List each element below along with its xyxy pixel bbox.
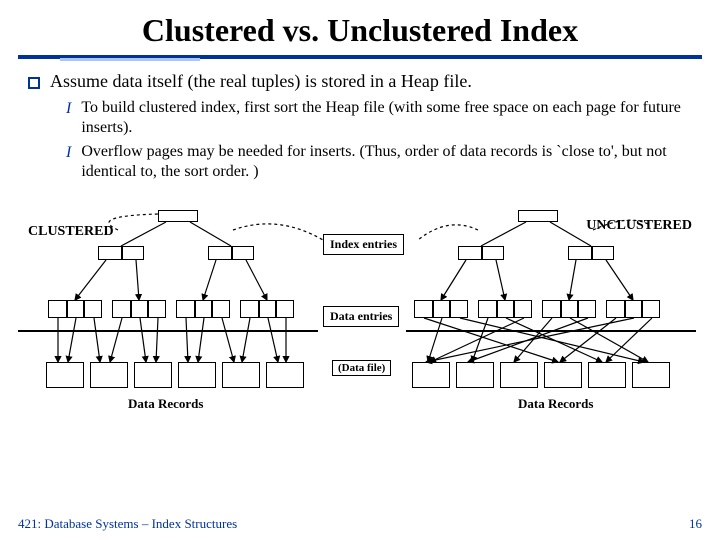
slide-footer: 421: Database Systems – Index Structures… xyxy=(18,516,702,532)
footer-left: 421: Database Systems – Index Structures xyxy=(18,516,237,532)
data-records-label: Data Records xyxy=(518,396,593,412)
main-bullet-text: Assume data itself (the real tuples) is … xyxy=(50,71,472,92)
sub-bullet-text: To build clustered index, first sort the… xyxy=(81,98,692,138)
content-area: Assume data itself (the real tuples) is … xyxy=(0,61,720,436)
sub-bullet-list: I To build clustered index, first sort t… xyxy=(66,98,692,182)
sub-bullet: I Overflow pages may be needed for inser… xyxy=(66,142,692,182)
data-records-label: Data Records xyxy=(128,396,203,412)
square-bullet-icon xyxy=(28,77,40,89)
main-bullet: Assume data itself (the real tuples) is … xyxy=(28,71,692,92)
sub-bullet-text: Overflow pages may be needed for inserts… xyxy=(81,142,692,182)
diagram: CLUSTERED UNCLUSTERED Index entries Data… xyxy=(28,196,692,436)
script-bullet-icon: I xyxy=(66,144,71,162)
page-number: 16 xyxy=(689,516,702,532)
script-bullet-icon: I xyxy=(66,100,71,118)
sub-bullet: I To build clustered index, first sort t… xyxy=(66,98,692,138)
slide-title: Clustered vs. Unclustered Index xyxy=(0,0,720,49)
